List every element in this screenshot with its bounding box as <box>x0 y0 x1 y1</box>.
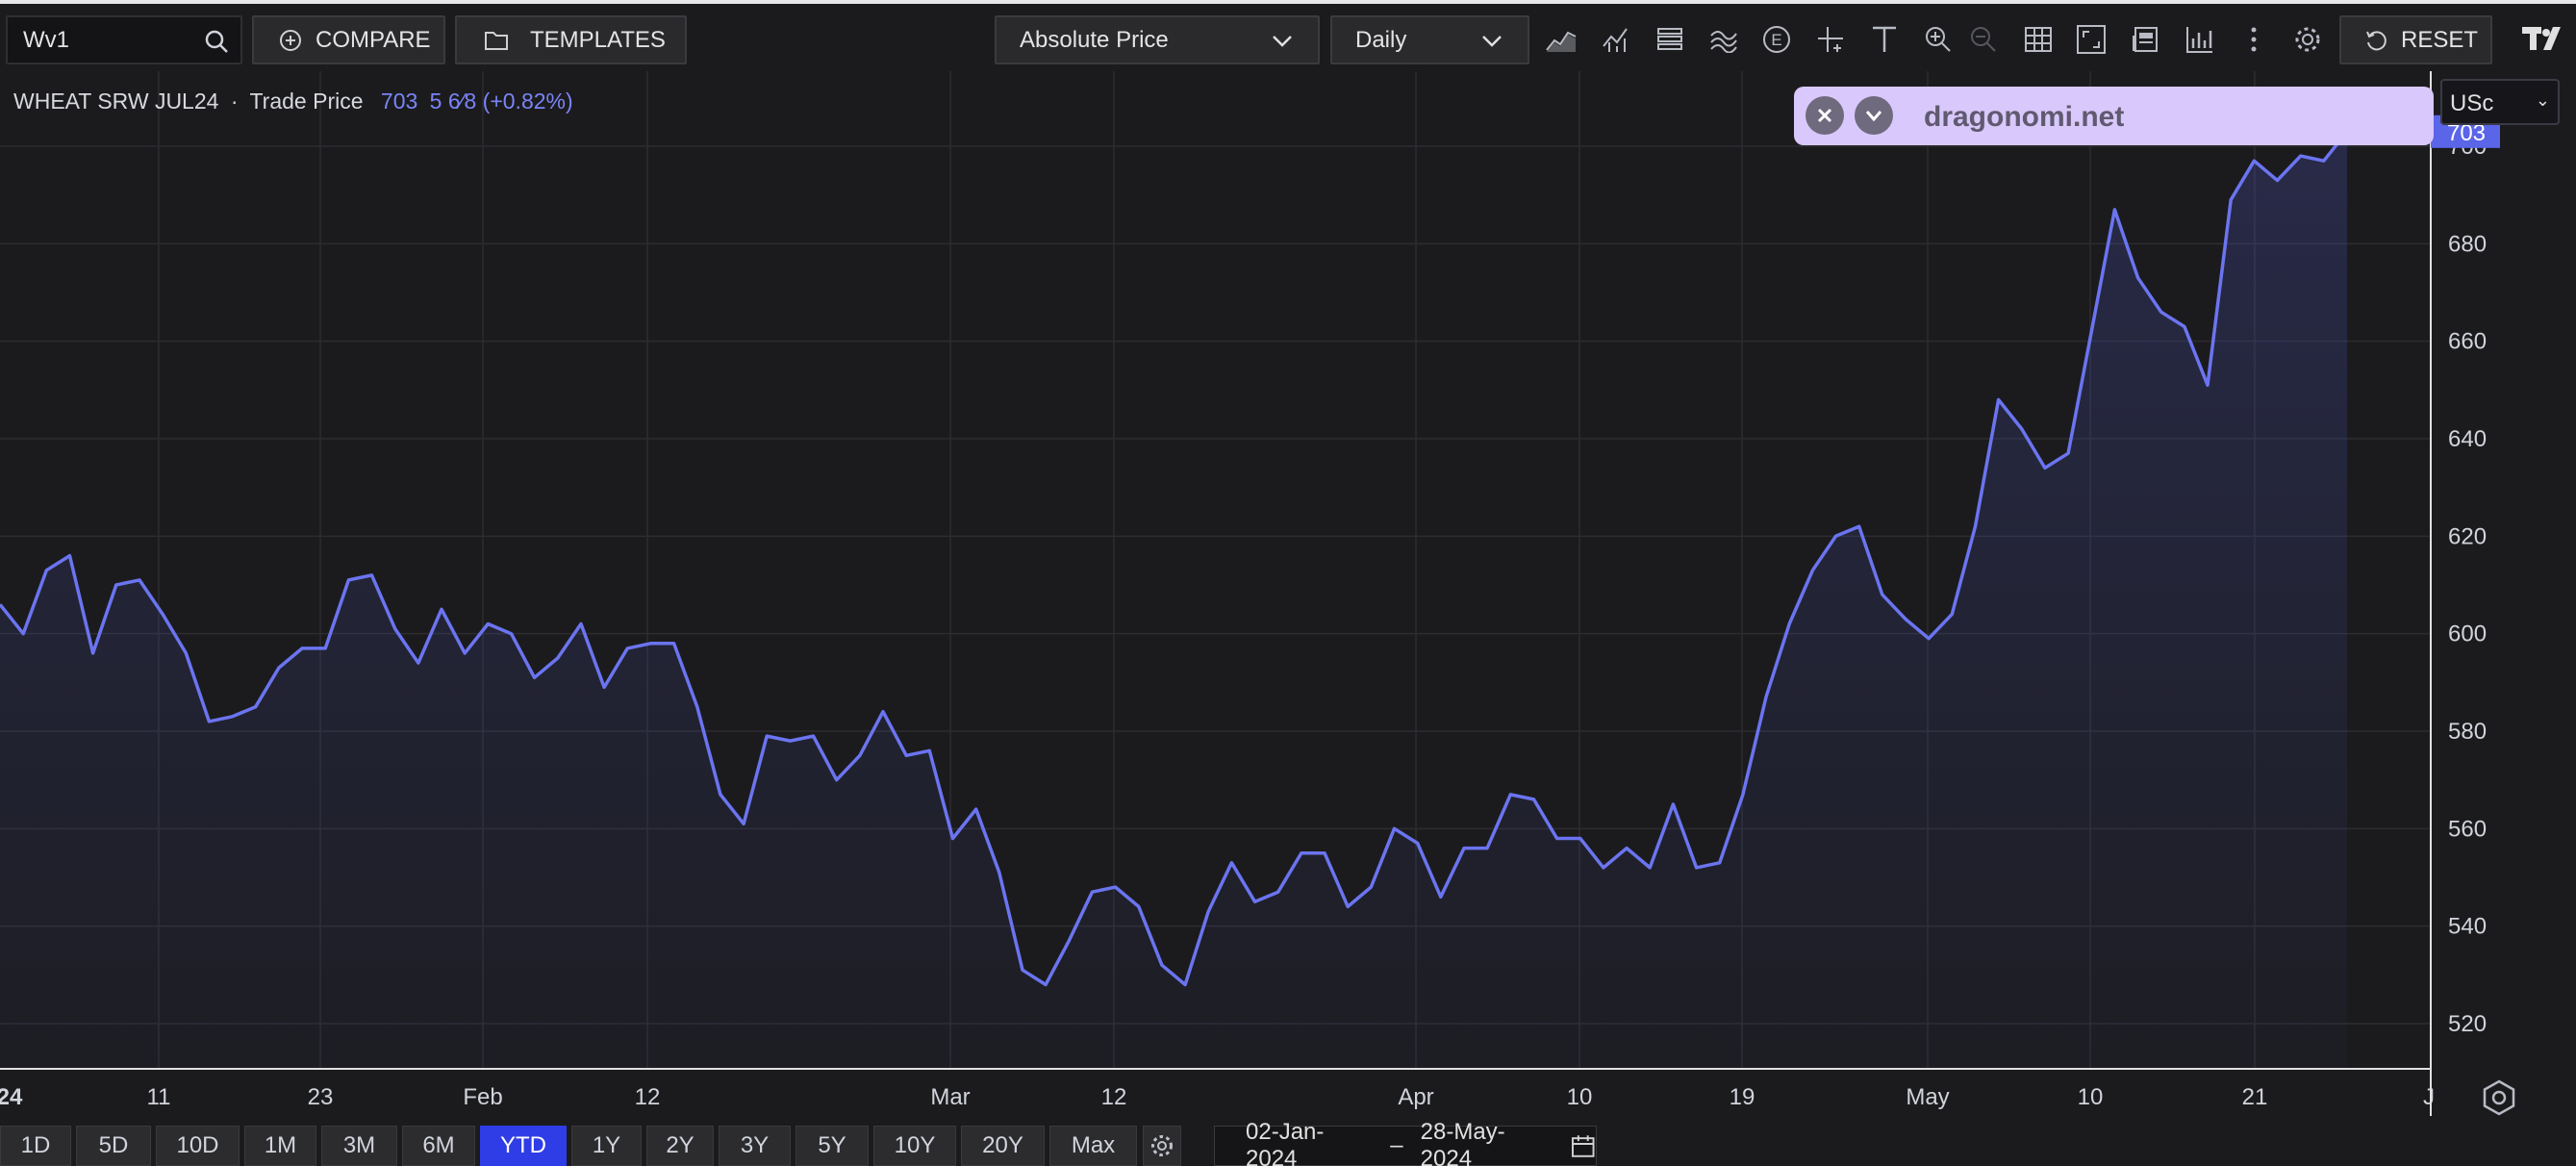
reset-label: RESET <box>2401 26 2479 53</box>
folder-icon <box>485 31 508 50</box>
bar-stats-icon[interactable] <box>2184 23 2216 56</box>
list-icon[interactable] <box>1654 23 1686 56</box>
legend-change: 5 6⁄8 (+0.82%) <box>429 89 573 114</box>
x-tick-label: Feb <box>463 1084 502 1110</box>
x-tick-label: 10 <box>1567 1084 1593 1110</box>
reset-icon <box>2366 30 2387 50</box>
date-range-picker[interactable]: 02-Jan-2024 – 28-May-2024 <box>1214 1119 1597 1166</box>
expand-ad-button[interactable] <box>1855 96 1893 135</box>
close-icon <box>1817 108 1832 123</box>
events-icon[interactable]: E <box>1760 23 1793 56</box>
plus-circle-icon <box>280 29 301 51</box>
chevron-down-icon <box>1273 36 1292 47</box>
x-tick-label: J <box>2423 1084 2435 1110</box>
x-tick-label: 12 <box>1101 1084 1127 1110</box>
reset-button[interactable]: RESET <box>2339 15 2492 64</box>
symbol-search-input[interactable]: Wv1 <box>6 15 242 64</box>
y-tick-label: 560 <box>2448 816 2487 842</box>
zoom-out-icon[interactable] <box>1967 23 2000 56</box>
axis-settings-icon[interactable] <box>2480 1078 2518 1117</box>
range-button-10d[interactable]: 10D <box>156 1126 240 1166</box>
range-button-6m[interactable]: 6M <box>402 1126 475 1166</box>
svg-text:E: E <box>1771 31 1781 49</box>
ad-banner[interactable]: dragonomi.net <box>1794 87 2434 145</box>
symbol-value: Wv1 <box>23 26 69 53</box>
close-ad-button[interactable] <box>1806 96 1844 135</box>
price-chart[interactable]: 520540560580600620640660680700720241123F… <box>0 71 2576 1122</box>
x-tick-label: 12 <box>635 1084 661 1110</box>
crosshair-icon[interactable] <box>1814 23 1847 56</box>
x-tick-label: 23 <box>308 1084 334 1110</box>
indicators-icon[interactable] <box>1600 23 1632 56</box>
compare-label: COMPARE <box>316 26 431 53</box>
range-button-max[interactable]: Max <box>1049 1126 1137 1166</box>
y-tick-label: 680 <box>2448 231 2487 257</box>
x-tick-label: 21 <box>2242 1084 2268 1110</box>
range-button-1d[interactable]: 1D <box>0 1126 71 1166</box>
chevron-down-icon <box>1482 36 1502 47</box>
chevron-down-icon: ⌄ <box>2535 90 2550 110</box>
range-button-5y[interactable]: 5Y <box>796 1126 869 1166</box>
y-tick-label: 520 <box>2448 1011 2487 1037</box>
range-bar: 1D 5D 10D 1M 3M 6M YTD 1Y 2Y 3Y 5Y 10Y 20Y Max 02-Jan… <box>0 1119 2576 1166</box>
chevron-down-icon <box>1865 111 1882 122</box>
templates-button[interactable]: TEMPLATES <box>455 15 687 64</box>
fullscreen-icon[interactable] <box>2075 23 2108 56</box>
series-area <box>0 131 2347 1069</box>
legend-separator: · <box>230 89 239 114</box>
zoom-in-icon[interactable] <box>1922 23 1955 56</box>
chart-legend: WHEAT SRW JUL24 · Trade Price 703 5 6⁄8 … <box>13 89 573 114</box>
x-tick-label: Mar <box>930 1084 970 1110</box>
y-tick-label: 660 <box>2448 329 2487 355</box>
y-tick-label: 600 <box>2448 621 2487 647</box>
y-tick-label: 620 <box>2448 523 2487 549</box>
x-tick-label: 19 <box>1730 1084 1755 1110</box>
date-to: 28-May-2024 <box>1420 1119 1505 1166</box>
unit-value: USc <box>2450 90 2494 116</box>
x-tick-label: 10 <box>2078 1084 2104 1110</box>
more-icon[interactable] <box>2237 23 2270 56</box>
y-tick-label: 540 <box>2448 914 2487 940</box>
date-separator: – <box>1390 1132 1403 1158</box>
x-tick-label: Apr <box>1398 1084 1433 1110</box>
range-button-3m[interactable]: 3M <box>321 1126 397 1166</box>
price-type-value: Absolute Price <box>1020 26 1169 53</box>
x-tick-label: 24 <box>0 1084 23 1110</box>
price-type-dropdown[interactable]: Absolute Price <box>995 15 1320 64</box>
range-button-20y[interactable]: 20Y <box>961 1126 1045 1166</box>
legend-value: 703 <box>380 89 418 114</box>
waves-icon[interactable] <box>1707 23 1740 56</box>
range-button-1y[interactable]: 1Y <box>571 1126 642 1166</box>
range-settings-button[interactable] <box>1143 1126 1181 1166</box>
date-from: 02-Jan-2024 <box>1246 1119 1325 1166</box>
range-button-1m[interactable]: 1M <box>244 1126 316 1166</box>
chart-type-icon[interactable] <box>1545 23 1578 56</box>
y-tick-label: 580 <box>2448 719 2487 745</box>
unit-select[interactable]: USc ⌄ <box>2440 79 2560 125</box>
settings-icon[interactable] <box>2291 23 2324 56</box>
compare-button[interactable]: COMPARE <box>252 15 445 64</box>
range-button-ytd[interactable]: YTD <box>480 1126 567 1166</box>
range-button-2y[interactable]: 2Y <box>646 1126 714 1166</box>
interval-dropdown[interactable]: Daily <box>1330 15 1529 64</box>
y-tick-label: 640 <box>2448 426 2487 452</box>
calendar-icon[interactable] <box>1571 1133 1596 1158</box>
top-toolbar: Wv1 COMPARE TEMPLATES Absolute Price Dai… <box>0 0 2576 71</box>
range-button-3y[interactable]: 3Y <box>719 1126 791 1166</box>
news-icon[interactable] <box>2129 23 2161 56</box>
templates-label: TEMPLATES <box>530 26 666 53</box>
range-button-10y[interactable]: 10Y <box>873 1126 956 1166</box>
x-tick-label: May <box>1906 1084 1949 1110</box>
interval-value: Daily <box>1355 26 1407 53</box>
x-tick-label: 11 <box>147 1084 171 1110</box>
table-icon[interactable] <box>2022 23 2055 56</box>
search-icon[interactable] <box>202 27 231 56</box>
legend-symbol: WHEAT SRW JUL24 <box>13 89 219 114</box>
text-tool-icon[interactable] <box>1868 23 1901 56</box>
ad-text[interactable]: dragonomi.net <box>1924 101 2124 134</box>
tradingview-logo-icon[interactable] <box>2520 23 2568 54</box>
legend-field: Trade Price <box>249 89 364 114</box>
range-button-5d[interactable]: 5D <box>76 1126 151 1166</box>
gear-icon <box>1151 1135 1173 1156</box>
